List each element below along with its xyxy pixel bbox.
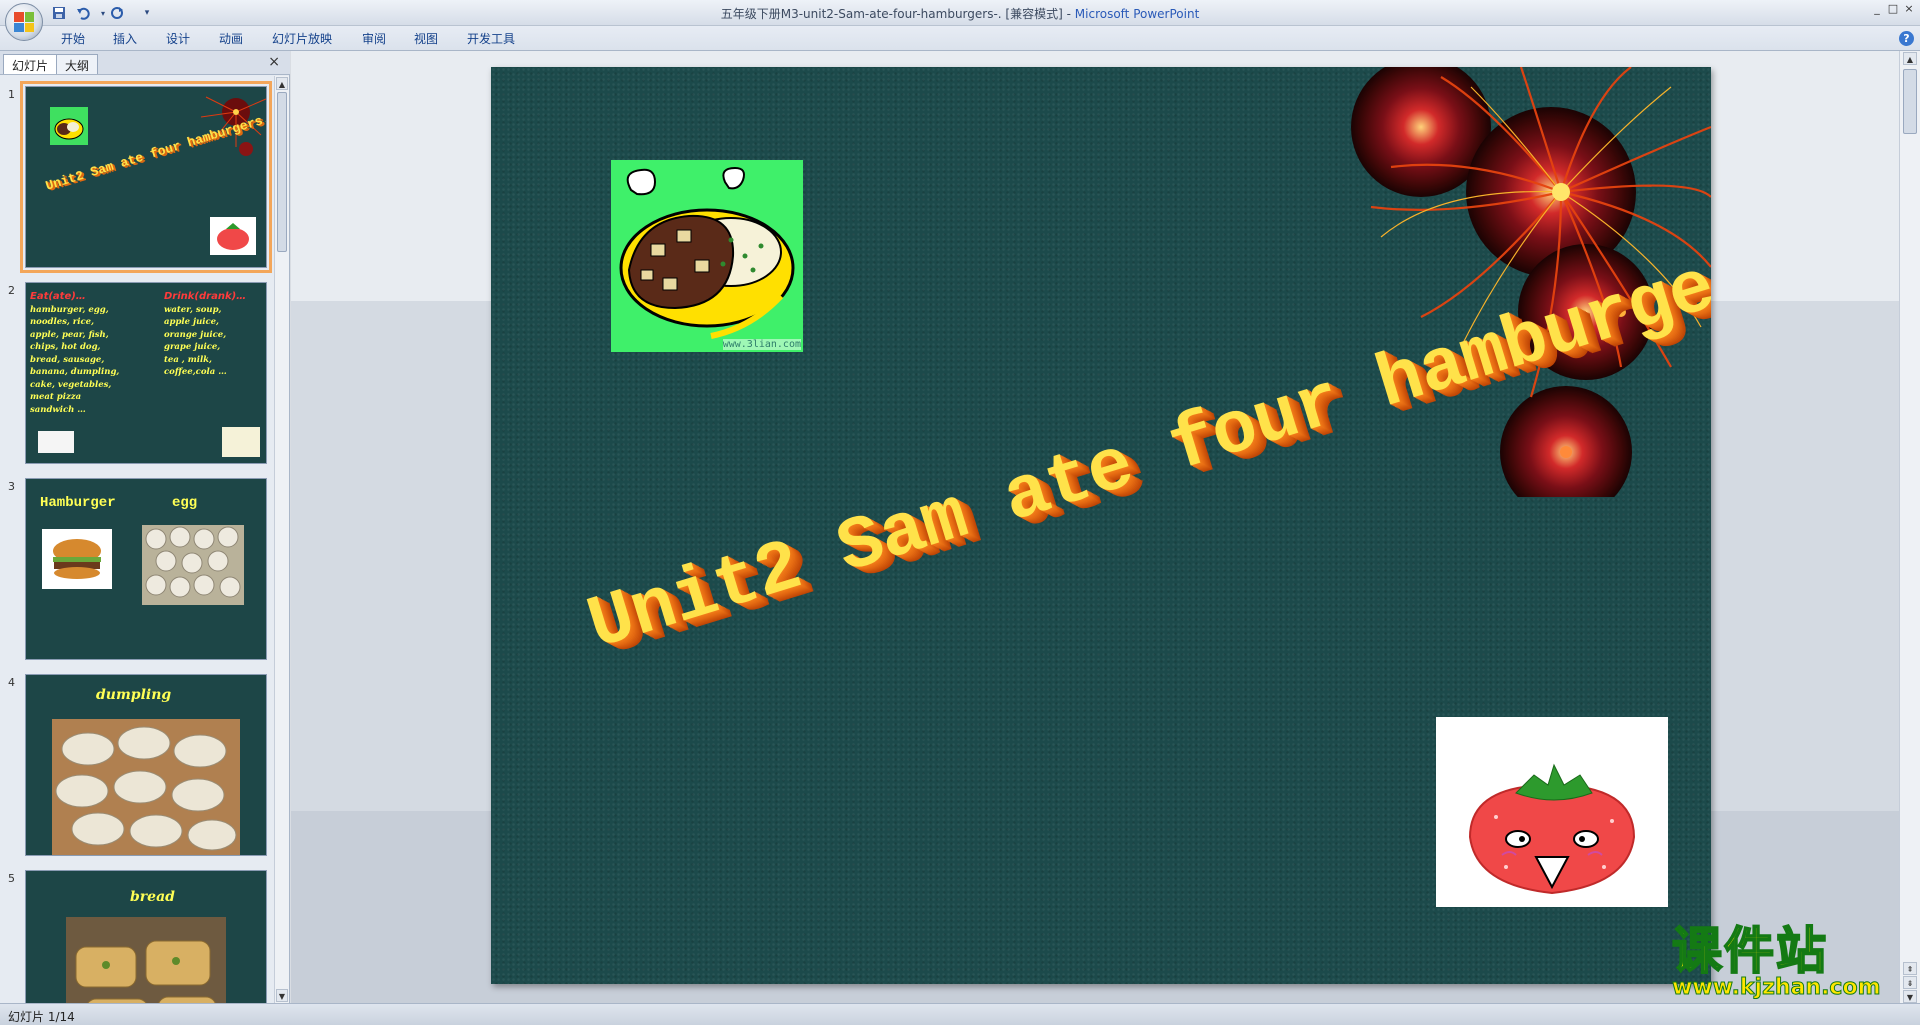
scroll-up-icon[interactable]: ▲ <box>1903 52 1917 65</box>
scroll-down-icon[interactable]: ▼ <box>1903 990 1917 1003</box>
slide-preview[interactable]: Unit2 Sam ate four hamburgers. <box>20 81 272 273</box>
drink-line: coffee,cola … <box>164 367 227 377</box>
watermark-brand: 课件站 <box>1671 922 1828 980</box>
slides-pane: 幻灯片 大纲 × 1 Unit2 Sam ate four hamburgers… <box>0 51 290 1003</box>
watermark-logo: 课件站 www.kjzhan.com <box>1666 922 1902 1003</box>
tab-developer[interactable]: 开发工具 <box>467 30 515 48</box>
drink-line: grape juice, <box>164 342 221 352</box>
eat-line: hamburger, egg, <box>30 304 109 315</box>
word-egg: egg <box>172 495 198 511</box>
pane-tabs: 幻灯片 大纲 × <box>0 51 290 75</box>
eat-heading: Eat(ate)… <box>30 291 86 302</box>
tab-review[interactable]: 审阅 <box>362 30 386 48</box>
slide-number: 5 <box>8 872 15 885</box>
food-picture-thumb <box>38 431 74 453</box>
image-caption: www.3lian.com <box>722 339 801 350</box>
thumbnails-scrollbar[interactable]: ▲ ▼ <box>274 76 289 1003</box>
title-bar: ▾ ▾ 五年级下册M3-unit2-Sam-ate-four-hamburger… <box>0 0 1920 41</box>
hamburger-picture <box>42 529 112 589</box>
document-name: 五年级下册M3-unit2-Sam-ate-four-hamburgers-. … <box>720 7 1063 21</box>
dumplings-picture <box>52 719 240 855</box>
app-name: Microsoft PowerPoint <box>1074 7 1200 21</box>
food-plate-thumb <box>50 107 88 145</box>
tab-view[interactable]: 视图 <box>414 30 438 48</box>
slide-number: 2 <box>8 284 15 297</box>
scrollbar-thumb[interactable] <box>1903 69 1917 134</box>
drink-line: apple juice, <box>164 317 220 327</box>
tab-design[interactable]: 设计 <box>166 30 190 48</box>
slide-count-status: 幻灯片 1/14 <box>8 1010 75 1024</box>
eat-line: noodles, rice, <box>30 317 95 327</box>
help-icon[interactable]: ? <box>1899 31 1914 46</box>
word-dumpling: dumpling <box>96 687 172 703</box>
scroll-down-icon[interactable]: ▼ <box>276 989 288 1002</box>
word-bread: bread <box>130 889 175 905</box>
eat-list: Eat(ate)… hamburger, egg, noodles, rice,… <box>30 291 148 416</box>
drink-heading: Drink(drank)… <box>164 291 247 302</box>
current-slide[interactable]: www.3lian.com Unit2 Sam ate four hamburg… <box>491 67 1711 984</box>
drink-list: Drink(drank)… water, soup, apple juice, … <box>164 291 264 379</box>
scroll-up-icon[interactable]: ▲ <box>276 77 288 90</box>
strawberry-thumb <box>210 217 256 255</box>
office-logo-icon <box>14 12 34 32</box>
eat-line: chips, hot dog, <box>30 342 101 352</box>
drink-line: water, soup, <box>164 304 222 315</box>
strawberry-image <box>1436 717 1668 907</box>
tab-slideshow[interactable]: 幻灯片放映 <box>272 30 332 48</box>
food-plate-image: www.3lian.com <box>611 160 803 352</box>
ribbon-tabs: 开始 插入 设计 动画 幻灯片放映 审阅 视图 开发工具 ? <box>0 26 1920 51</box>
slide-number: 4 <box>8 676 15 689</box>
slide-editor: www.3lian.com Unit2 Sam ate four hamburg… <box>291 51 1899 1003</box>
slide-number: 3 <box>8 480 15 493</box>
drink-line: tea , milk, <box>164 354 213 365</box>
eat-line: cake, vegetables, <box>30 379 112 390</box>
eat-line: apple, pear, fish, <box>30 329 109 340</box>
status-bar: 幻灯片 1/14 <box>0 1003 1920 1025</box>
bread-picture <box>66 917 226 1003</box>
word-hamburger: Hamburger <box>40 495 116 511</box>
slide-number: 1 <box>8 88 15 101</box>
eggs-picture <box>142 525 244 605</box>
previous-slide-icon[interactable]: ⇞ <box>1903 962 1917 975</box>
slide-preview[interactable]: Hamburger egg <box>25 478 267 660</box>
editor-scrollbar[interactable]: ▲ ⇞ ⇟ ▼ <box>1899 51 1920 1003</box>
slide-thumbnails: 1 Unit2 Sam ate four hamburgers. 2 Eat(a… <box>0 76 274 1003</box>
drink-picture-thumb <box>222 427 260 457</box>
slide-preview[interactable]: dumpling <box>25 674 267 856</box>
eat-line: meat pizza <box>30 392 82 402</box>
watermark-url: www.kjzhan.com <box>1672 975 1882 1001</box>
next-slide-icon[interactable]: ⇟ <box>1903 976 1917 989</box>
slide-preview[interactable]: bread <box>25 870 267 1003</box>
eat-line: banana, dumpling, <box>30 367 120 377</box>
drink-line: orange juice, <box>164 329 227 340</box>
minimize-button[interactable]: _ <box>1870 2 1884 16</box>
tab-insert[interactable]: 插入 <box>113 30 137 48</box>
tab-animations[interactable]: 动画 <box>219 30 243 48</box>
close-pane-icon[interactable]: × <box>268 54 280 70</box>
maximize-button[interactable]: □ <box>1886 2 1900 16</box>
close-button[interactable]: × <box>1902 2 1916 16</box>
slide-preview[interactable]: Eat(ate)… hamburger, egg, noodles, rice,… <box>25 282 267 464</box>
tab-slides[interactable]: 幻灯片 <box>3 54 58 74</box>
scrollbar-thumb[interactable] <box>277 92 287 252</box>
window-title: 五年级下册M3-unit2-Sam-ate-four-hamburgers-. … <box>720 7 1200 21</box>
eat-line: sandwich … <box>30 404 86 415</box>
office-button[interactable] <box>5 3 43 41</box>
tab-home[interactable]: 开始 <box>61 30 85 48</box>
tab-outline[interactable]: 大纲 <box>56 54 99 74</box>
eat-line: bread, sausage, <box>30 354 105 365</box>
